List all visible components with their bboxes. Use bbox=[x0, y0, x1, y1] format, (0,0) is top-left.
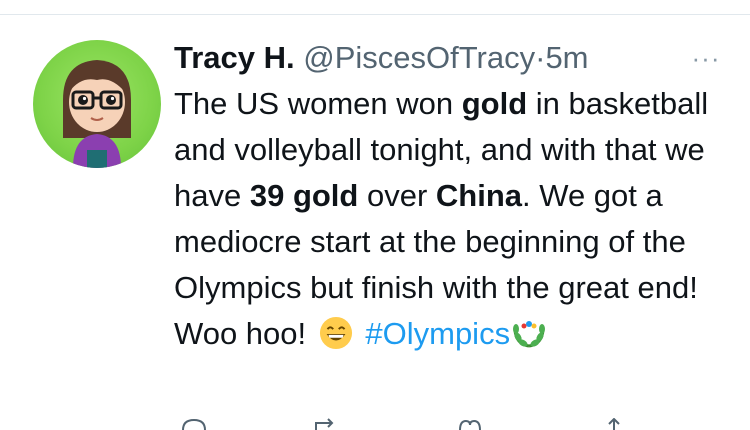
tweet-text-bold: 39 gold bbox=[249, 178, 359, 213]
like-icon[interactable] bbox=[456, 418, 484, 430]
avatar[interactable] bbox=[33, 40, 161, 168]
reply-icon[interactable] bbox=[180, 418, 208, 430]
tweet-text-run: over bbox=[358, 178, 436, 213]
tweet-header: Tracy H. @PiscesOfTracy·5m bbox=[174, 38, 589, 78]
hashtag-link[interactable]: #Olympics bbox=[365, 316, 510, 351]
author-handle[interactable]: @PiscesOfTracy bbox=[303, 40, 535, 75]
retweet-icon[interactable] bbox=[312, 418, 340, 430]
tweet-actions bbox=[174, 418, 674, 430]
top-divider bbox=[0, 14, 750, 15]
tweet-text-bold: China bbox=[435, 178, 523, 213]
tweet-text-run: The US women won bbox=[174, 86, 462, 121]
share-icon[interactable] bbox=[600, 418, 628, 430]
header-separator: · bbox=[535, 40, 546, 75]
more-options-icon[interactable]: ··· bbox=[686, 38, 726, 78]
avatar-cartoon-icon bbox=[63, 60, 131, 168]
grinning-face-emoji-icon bbox=[319, 316, 352, 350]
tweet-text-bold: gold bbox=[461, 86, 528, 121]
author-name[interactable]: Tracy H. bbox=[174, 40, 295, 75]
olympic-laurel-icon bbox=[513, 321, 546, 348]
tweet-text: The US women won gold in basketball and … bbox=[174, 81, 724, 357]
tweet-timestamp[interactable]: 5m bbox=[545, 40, 588, 75]
